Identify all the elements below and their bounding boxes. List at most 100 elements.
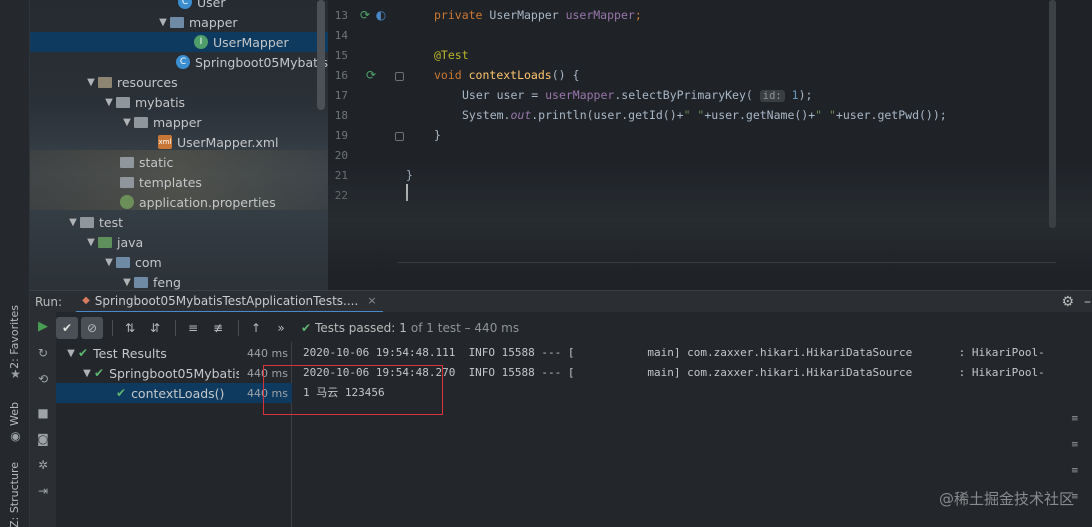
result-time: 440 ms xyxy=(247,386,288,400)
tree-item-java[interactable]: ▼ java xyxy=(30,232,328,252)
camera-icon[interactable]: ◙ xyxy=(36,432,50,446)
tree-item-label: mybatis xyxy=(135,94,186,110)
class-icon: C xyxy=(176,55,190,69)
tree-item-label: UserMapper.xml xyxy=(177,134,279,150)
test-results-tree: ▼ ✔ Test Results 440 ms ▼ ✔ Springboot05… xyxy=(56,342,292,527)
code-line-17: User user = userMapper.selectByPrimaryKe… xyxy=(462,88,813,102)
gear-icon[interactable]: ⚙ xyxy=(1061,294,1074,310)
close-icon[interactable]: × xyxy=(367,294,376,307)
toolbar-separator xyxy=(112,320,113,336)
tree-item-mybatis[interactable]: ▼ mybatis xyxy=(30,92,328,112)
tree-item-label: feng xyxy=(153,274,181,290)
class-icon: C xyxy=(178,0,192,9)
run-config-tab[interactable]: ◆ Springboot05MybatisTestApplicationTest… xyxy=(76,291,383,313)
toolbar-separator xyxy=(238,320,239,336)
console-line: 2020-10-06 19:54:48.270 INFO 15588 --- [… xyxy=(303,366,1045,379)
tree-item-usermapper-xml[interactable]: xml UserMapper.xml xyxy=(30,132,328,152)
tree-item-application-class[interactable]: C Springboot05MybatisT xyxy=(30,52,328,72)
scroll-end-icon[interactable]: ≡ xyxy=(1071,440,1081,450)
tree-item-static[interactable]: static xyxy=(30,152,328,172)
xml-file-icon: xml xyxy=(158,135,172,149)
chevron-down-icon[interactable]: ▼ xyxy=(120,277,134,288)
chevron-down-icon[interactable]: ▼ xyxy=(102,97,116,108)
package-folder-icon xyxy=(116,257,130,268)
result-label: Test Results xyxy=(93,345,167,361)
test-method-row[interactable]: ✔ contextLoads() 440 ms xyxy=(56,383,292,403)
tree-item-mapper-folder[interactable]: ▼ mapper xyxy=(30,112,328,132)
star-icon[interactable]: ★ xyxy=(9,368,22,381)
tree-item-templates[interactable]: templates xyxy=(30,172,328,192)
project-tree: C User ▼ mapper I UserMapper C Springboo… xyxy=(30,0,328,290)
sort-by-duration-icon[interactable]: ⇵ xyxy=(144,317,166,339)
chevron-down-icon[interactable]: ▼ xyxy=(102,257,116,268)
chevron-down-icon[interactable]: ▼ xyxy=(84,237,98,248)
check-icon: ✔ xyxy=(94,366,105,380)
tree-scrollbar[interactable] xyxy=(317,0,325,110)
fold-marker-icon[interactable] xyxy=(395,132,404,141)
sort-alphabetically-icon[interactable]: ⇅ xyxy=(119,317,141,339)
test-source-folder-icon xyxy=(98,237,112,248)
previous-failed-icon[interactable]: ↑ xyxy=(245,317,267,339)
settings-icon[interactable]: ✲ xyxy=(36,458,50,472)
rerun-failed-icon[interactable]: ↻ xyxy=(36,346,50,360)
code-editor[interactable]: 13 14 15 16 17 18 19 20 21 22 ⟳ ◐ ⟳ priv… xyxy=(328,0,1092,290)
minimize-icon[interactable]: – xyxy=(1084,294,1091,310)
export-icon[interactable]: ⇥ xyxy=(36,484,50,498)
rerun-icon[interactable]: ▶ xyxy=(36,320,50,334)
collapse-all-icon[interactable]: ≢ xyxy=(207,317,229,339)
run-label: Run: xyxy=(35,294,63,309)
print-icon[interactable]: ≡ xyxy=(1071,466,1081,476)
run-test-icon[interactable]: ⟳ xyxy=(364,68,378,82)
line-number: 22 xyxy=(334,189,348,202)
folder-icon xyxy=(80,217,94,228)
tree-item-label: java xyxy=(117,234,144,250)
tree-item-test[interactable]: ▼ test xyxy=(30,212,328,232)
tree-item-label: Springboot05MybatisT xyxy=(195,54,328,70)
tree-item-usermapper[interactable]: I UserMapper xyxy=(30,32,328,52)
stop-icon[interactable]: ■ xyxy=(36,406,50,420)
navigate-to-bean-icon[interactable]: ◐ xyxy=(374,8,388,22)
editor-scrollbar[interactable] xyxy=(1049,0,1056,228)
tree-item-user[interactable]: C User xyxy=(30,0,328,12)
test-results-root[interactable]: ▼ ✔ Test Results 440 ms xyxy=(56,343,292,363)
interface-icon: I xyxy=(194,35,208,49)
wrap-icon[interactable]: ≡ xyxy=(1071,414,1081,424)
line-number: 13 xyxy=(334,9,348,22)
parameter-hint: id: xyxy=(759,90,785,102)
package-folder-icon xyxy=(170,17,184,28)
chevron-down-icon[interactable]: ▼ xyxy=(64,348,78,359)
line-number: 20 xyxy=(334,149,348,162)
structure-tab[interactable]: Z: Structure xyxy=(8,462,21,527)
tree-item-label: mapper xyxy=(189,14,238,30)
editor-gutter: 13 14 15 16 17 18 19 20 21 22 ⟳ ◐ ⟳ xyxy=(328,0,406,264)
chevron-down-icon[interactable]: ▼ xyxy=(120,117,134,128)
chevron-down-icon[interactable]: ▼ xyxy=(80,368,94,379)
code-line-16: void contextLoads() { xyxy=(434,68,580,82)
tree-item-resources[interactable]: ▼ resources xyxy=(30,72,328,92)
line-number: 16 xyxy=(334,69,348,82)
tree-item-com[interactable]: ▼ com xyxy=(30,252,328,272)
properties-file-icon xyxy=(120,195,134,209)
more-icon[interactable]: » xyxy=(270,317,292,339)
chevron-down-icon[interactable]: ▼ xyxy=(84,77,98,88)
run-tool-window: ▶ ↻ ⟲ ■ ◙ ✲ ⇥ ✔ ⊘ ⇅ ⇵ ≡ ≢ ↑ » ✔ Tests pa… xyxy=(30,312,1092,527)
package-folder-icon xyxy=(134,277,148,288)
favorites-tab[interactable]: 2: Favorites xyxy=(8,305,21,369)
tree-item-application-properties[interactable]: application.properties xyxy=(30,192,328,212)
chevron-down-icon[interactable]: ▼ xyxy=(156,17,170,28)
toggle-auto-test-icon[interactable]: ⟲ xyxy=(36,372,50,386)
show-ignored-icon[interactable]: ⊘ xyxy=(81,317,103,339)
line-number: 15 xyxy=(334,49,348,62)
fold-marker-icon[interactable] xyxy=(395,72,404,81)
expand-all-icon[interactable]: ≡ xyxy=(182,317,204,339)
show-passed-icon[interactable]: ✔ xyxy=(56,317,78,339)
tree-item-mapper-package[interactable]: ▼ mapper xyxy=(30,12,328,32)
tree-item-feng[interactable]: ▼ feng xyxy=(30,272,328,290)
chevron-down-icon[interactable]: ▼ xyxy=(66,217,80,228)
check-icon: ✔ xyxy=(78,346,89,360)
test-class-row[interactable]: ▼ ✔ Springboot05MybatisT 440 ms xyxy=(56,363,292,383)
globe-icon: ◉ xyxy=(10,429,21,443)
bean-autowired-icon[interactable]: ⟳ xyxy=(358,8,372,22)
code-line-19: } xyxy=(434,128,441,142)
web-tab[interactable]: Web xyxy=(8,402,21,426)
